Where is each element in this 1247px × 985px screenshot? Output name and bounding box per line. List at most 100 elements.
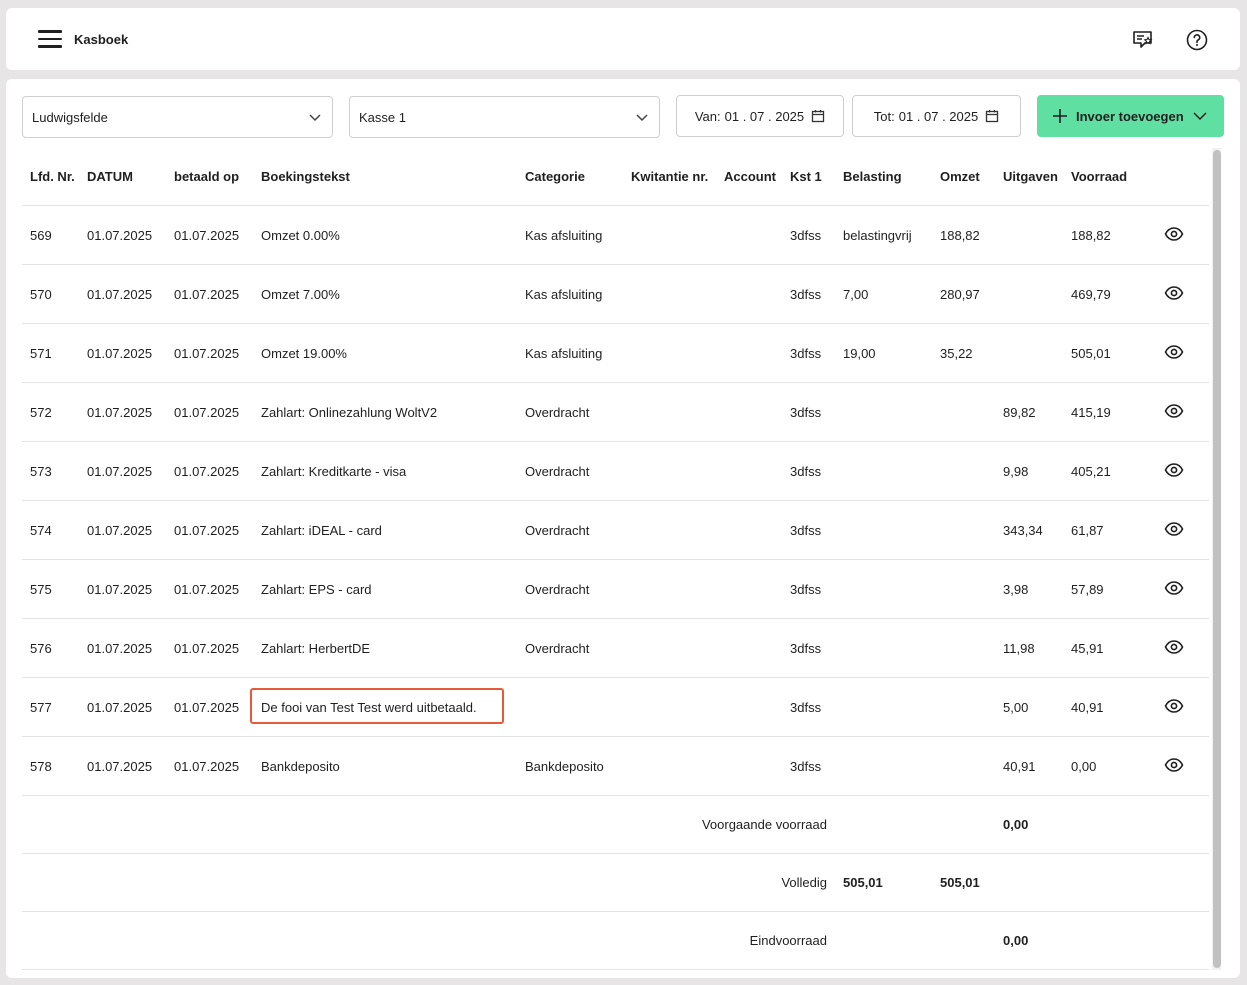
cell-voorraad: 405,21 [1071, 464, 1111, 479]
from-date-field[interactable]: Van: 01 . 07 . 2025 [676, 95, 844, 137]
summary-value: 0,00 [1003, 817, 1029, 832]
cell-tekst: Omzet 7.00% [261, 287, 340, 302]
table-row[interactable]: 570 01.07.2025 01.07.2025 Omzet 7.00% Kas af… [22, 265, 1209, 324]
table-row[interactable]: 571 01.07.2025 01.07.2025 Omzet 19.00% Kas a… [22, 324, 1209, 383]
page-title: Kasboek [74, 32, 129, 47]
cell-uitgaven: 343,34 [1003, 523, 1043, 538]
chevron-down-icon [636, 114, 648, 122]
table-row[interactable]: 569 01.07.2025 01.07.2025 Omzet 0.00% Kas af… [22, 206, 1209, 265]
cell-voorraad: 45,91 [1071, 641, 1104, 656]
table-row[interactable]: 572 01.07.2025 01.07.2025 Zahlart: Onlineza… [22, 383, 1209, 442]
cell-uitgaven: 89,82 [1003, 405, 1036, 420]
table-row[interactable]: 578 01.07.2025 01.07.2025 Bankdeposito Bankd… [22, 737, 1209, 796]
view-icon[interactable] [1164, 698, 1184, 714]
help-icon[interactable] [1185, 28, 1209, 52]
cell-kst: 3dfss [790, 523, 822, 538]
view-icon[interactable] [1164, 285, 1184, 301]
view-icon[interactable] [1164, 757, 1184, 773]
view-icon[interactable] [1164, 462, 1184, 478]
cell-nr: 574 [30, 523, 52, 538]
column-header[interactable]: Kst 1 [790, 169, 822, 184]
cell-datum: 01.07.2025 [87, 759, 153, 774]
cell-kst: 3dfss [790, 464, 822, 479]
top-bar: Kasboek [6, 8, 1240, 70]
column-header[interactable]: Omzet [940, 169, 980, 184]
table-row[interactable]: 573 01.07.2025 01.07.2025 Zahlart: Kreditka… [22, 442, 1209, 501]
cell-tekst: Bankdeposito [261, 759, 340, 774]
cell-datum: 01.07.2025 [87, 346, 153, 361]
cell-datum: 01.07.2025 [87, 287, 153, 302]
column-header[interactable]: Account [724, 169, 776, 184]
cell-categorie: Bankdeposito [525, 759, 604, 774]
location-select-value: Ludwigsfelde [32, 109, 108, 125]
view-icon[interactable] [1164, 521, 1184, 537]
cell-categorie: Kas afsluiting [525, 228, 603, 243]
from-date-value: 01 . 07 . 2025 [724, 108, 805, 124]
column-header[interactable]: DATUM [87, 169, 133, 184]
main-panel: Ludwigsfelde Kasse 1 Van: 01 . 07 . 2025… [6, 79, 1240, 978]
column-header[interactable]: Lfd. Nr. [30, 169, 75, 184]
column-header[interactable]: Boekingstekst [261, 169, 350, 184]
cell-categorie: Overdracht [525, 464, 590, 479]
column-header[interactable]: Kwitantie nr. [631, 169, 708, 184]
cell-tekst: Zahlart: EPS - card [261, 582, 372, 597]
view-icon[interactable] [1164, 226, 1184, 242]
cell-voorraad: 505,01 [1071, 346, 1111, 361]
cell-uitgaven: 11,98 [1003, 641, 1035, 656]
to-date-value: 01 . 07 . 2025 [898, 108, 979, 124]
register-select[interactable]: Kasse 1 [349, 96, 660, 138]
column-header[interactable]: Categorie [525, 169, 585, 184]
table-row[interactable]: 575 01.07.2025 01.07.2025 Zahlart: EPS - ca… [22, 560, 1209, 619]
cell-nr: 570 [30, 287, 52, 302]
cell-tekst: Zahlart: HerbertDE [261, 641, 371, 656]
add-entry-button[interactable]: Invoer toevoegen [1037, 95, 1224, 137]
to-date-field[interactable]: Tot: 01 . 07 . 2025 [852, 95, 1021, 137]
column-header[interactable]: betaald op [174, 169, 239, 184]
menu-icon[interactable] [38, 30, 62, 48]
cell-kst: 3dfss [790, 582, 822, 597]
column-header[interactable]: Voorraad [1071, 169, 1127, 184]
summary-label: Eindvoorraad [749, 933, 827, 948]
view-icon[interactable] [1164, 403, 1184, 419]
table-row[interactable]: 574 01.07.2025 01.07.2025 Zahlart: iDEAL - … [22, 501, 1209, 560]
cell-datum: 01.07.2025 [87, 228, 153, 243]
column-header[interactable]: Uitgaven [1003, 169, 1058, 184]
column-header[interactable]: Belasting [843, 169, 902, 184]
summary-value: 505,01 [843, 875, 883, 890]
calendar-icon[interactable] [985, 109, 999, 123]
cell-voorraad: 415,19 [1071, 405, 1111, 420]
feedback-icon[interactable] [1131, 28, 1155, 52]
cell-datum: 01.07.2025 [87, 700, 153, 715]
cell-categorie: Kas afsluiting [525, 346, 603, 361]
cell-omzet: 188,82 [940, 228, 980, 243]
cell-uitgaven: 9,98 [1003, 464, 1029, 479]
cell-categorie: Overdracht [525, 405, 590, 420]
cell-betaald: 01.07.2025 [174, 523, 240, 538]
cell-kst: 3dfss [790, 700, 822, 715]
cell-nr: 572 [30, 405, 52, 420]
cell-tekst: De fooi van Test Test werd uitbetaald. [261, 700, 477, 715]
summary-total-row: Volledig 505,01 505,01 [22, 854, 1209, 912]
cell-categorie: Overdracht [525, 582, 590, 597]
table-row[interactable]: 576 01.07.2025 01.07.2025 Zahlart: HerbertD… [22, 619, 1209, 678]
cell-betaald: 01.07.2025 [174, 464, 240, 479]
table-row[interactable]: 577 01.07.2025 01.07.2025 De fooi van Test … [22, 678, 1209, 737]
cell-kst: 3dfss [790, 287, 822, 302]
table-body: 569 01.07.2025 01.07.2025 Omzet 0.00% Kas af… [22, 206, 1209, 796]
cell-nr: 569 [30, 228, 52, 243]
view-icon[interactable] [1164, 344, 1184, 360]
scrollbar-thumb[interactable] [1213, 150, 1221, 968]
calendar-icon[interactable] [811, 109, 825, 123]
view-icon[interactable] [1164, 580, 1184, 596]
cell-voorraad: 0,00 [1071, 759, 1097, 774]
cell-kst: 3dfss [790, 641, 822, 656]
location-select[interactable]: Ludwigsfelde [22, 96, 333, 138]
cell-kst: 3dfss [790, 228, 822, 243]
cell-betaald: 01.07.2025 [174, 582, 240, 597]
cell-uitgaven: 3,98 [1003, 582, 1029, 597]
cell-categorie: Overdracht [525, 523, 590, 538]
view-icon[interactable] [1164, 639, 1184, 655]
add-entry-label: Invoer toevoegen [1076, 108, 1184, 124]
chevron-down-icon [1193, 112, 1207, 121]
cell-voorraad: 57,89 [1071, 582, 1104, 597]
